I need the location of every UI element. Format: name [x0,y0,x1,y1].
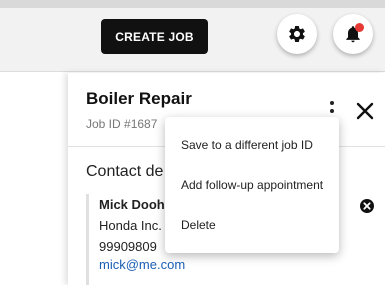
job-options-menu: Save to a different job ID Add follow-up… [165,117,339,253]
job-title: Boiler Repair [86,89,192,108]
top-strip [0,0,385,8]
menu-item-delete[interactable]: Delete [165,205,339,245]
menu-item-add-follow-up[interactable]: Add follow-up appointment [165,165,339,205]
notifications-button[interactable] [333,14,373,54]
contact-section-title: Contact de [86,163,164,180]
create-job-button[interactable]: CREATE JOB [101,19,208,54]
contact-phone: 99909809 [99,239,157,254]
top-bar: CREATE JOB [0,0,385,72]
left-pane [0,73,68,285]
gear-icon [289,26,305,42]
remove-contact-icon[interactable] [359,198,375,214]
settings-button[interactable] [277,14,317,54]
notification-badge [355,23,364,32]
menu-item-save-to-different-job[interactable]: Save to a different job ID [165,125,339,165]
contact-name: Mick Dooh [99,197,165,212]
contact-company: Honda Inc. [99,218,162,233]
close-icon[interactable] [354,100,376,122]
contact-email-link[interactable]: mick@me.com [99,257,185,272]
job-id: Job ID #1687 [86,117,158,131]
